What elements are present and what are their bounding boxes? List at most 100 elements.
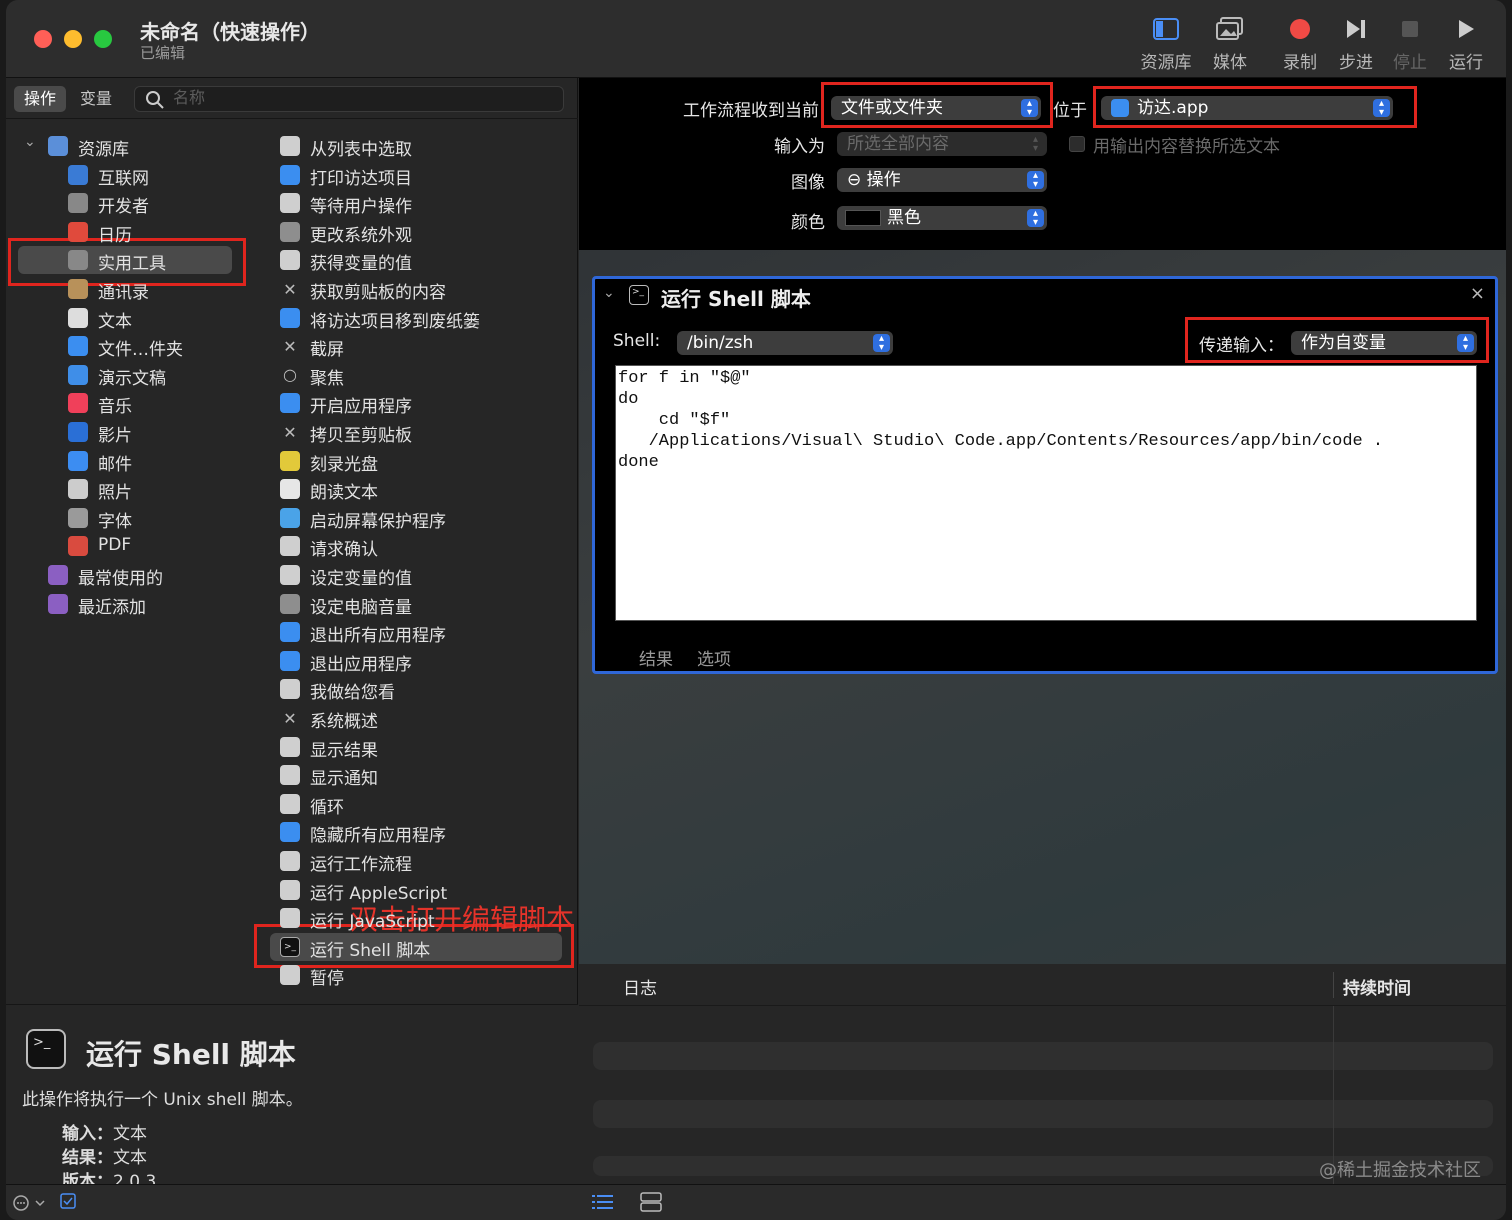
automator-icon	[280, 136, 300, 156]
split-view-icon[interactable]	[640, 1192, 662, 1216]
action-list-item[interactable]: 等待用户操作	[268, 189, 568, 217]
zoom-window-button[interactable]	[94, 30, 112, 48]
sidebar-item[interactable]: 最近添加	[6, 590, 251, 618]
highlight-box-pass-input	[1185, 317, 1489, 363]
sidebar-item[interactable]: PDF	[6, 532, 251, 560]
action-list-item[interactable]: 设定变量的值	[268, 561, 568, 589]
script-editor[interactable]: for f in "$@" do cd "$f" /Applications/V…	[615, 365, 1477, 621]
screensaver-icon	[280, 507, 300, 528]
sidebar-item[interactable]: 文件…件夹	[6, 332, 251, 360]
action-label: 运行 Shell 脚本	[310, 940, 431, 961]
input-is-popup[interactable]: 所选全部内容 ▴ ▾	[837, 132, 1047, 156]
chevron-updown-icon: ▴ ▾	[1027, 171, 1044, 190]
close-window-button[interactable]	[34, 30, 52, 48]
sidebar-item[interactable]: 影片	[6, 418, 251, 446]
sidebar-item[interactable]: 最常使用的	[6, 561, 251, 589]
list-view-icon[interactable]	[592, 1193, 614, 1215]
sidebar-item-label: 文本	[98, 311, 132, 332]
sidebar-item[interactable]: 开发者	[6, 189, 251, 217]
action-list-item[interactable]: 朗读文本	[268, 475, 568, 503]
chevron-down-icon[interactable]: ⌄	[24, 134, 36, 150]
action-list-item[interactable]: ✕ 系统概述	[268, 704, 568, 733]
search-field[interactable]	[134, 86, 564, 112]
tab-results[interactable]: 结果	[639, 645, 673, 670]
text-icon	[68, 307, 88, 328]
tab-variables[interactable]: 变量	[70, 86, 122, 112]
finder-icon	[280, 622, 300, 643]
column-separator	[1333, 972, 1334, 998]
input-is-label: 输入为	[774, 137, 825, 157]
action-list-item[interactable]: 我做给您看	[268, 675, 568, 703]
sidebar-item[interactable]: 照片	[6, 475, 251, 503]
tab-options[interactable]: 选项	[697, 645, 731, 670]
action-list-item[interactable]: 运行工作流程	[268, 847, 568, 875]
action-list-item[interactable]: 设定电脑音量	[268, 590, 568, 618]
action-list-item[interactable]: 显示结果	[268, 733, 568, 761]
chevron-updown-icon: ▴ ▾	[1032, 134, 1039, 154]
search-input[interactable]	[173, 89, 553, 109]
action-label: 刻录光盘	[310, 454, 378, 475]
window-subtitle: 已编辑	[140, 44, 186, 62]
duration-column-header[interactable]: 持续时间	[1343, 974, 1411, 999]
action-list-item[interactable]: ✕ 截屏	[268, 332, 568, 361]
color-popup[interactable]: 黑色 ▴ ▾	[837, 206, 1047, 230]
color-value: 黑色	[887, 208, 921, 228]
action-list-item[interactable]: ✕ 拷贝至剪贴板	[268, 418, 568, 447]
input-is-value: 所选全部内容	[847, 134, 949, 154]
action-list-item[interactable]: 更改系统外观	[268, 218, 568, 246]
sidebar-item[interactable]: 演示文稿	[6, 361, 251, 389]
media-label: 媒体	[1213, 53, 1247, 73]
minimize-window-button[interactable]	[64, 30, 82, 48]
sidebar-item[interactable]: 邮件	[6, 447, 251, 475]
sidebar-item-label: 最近添加	[78, 597, 146, 618]
action-list-item[interactable]: 退出应用程序	[268, 647, 568, 675]
shell-label: Shell:	[613, 331, 661, 351]
action-label: 打印访达项目	[310, 168, 412, 189]
action-list-item[interactable]: 开启应用程序	[268, 389, 568, 417]
stop-toolbar-button[interactable]: 停止	[1378, 14, 1442, 73]
tab-actions[interactable]: 操作	[14, 86, 67, 112]
action-list-item[interactable]: 显示通知	[268, 761, 568, 789]
action-list-item[interactable]: 获得变量的值	[268, 246, 568, 274]
action-list-item[interactable]: 退出所有应用程序	[268, 618, 568, 646]
font-icon	[68, 507, 88, 528]
terminal-icon: >_	[26, 1029, 66, 1069]
automator-icon	[280, 536, 300, 557]
action-list-item[interactable]: 启动屏幕保护程序	[268, 504, 568, 532]
image-popup[interactable]: ⊖ 操作 ▴ ▾	[837, 168, 1047, 192]
action-list-item[interactable]: 刻录光盘	[268, 447, 568, 475]
action-list-item[interactable]: ○ 聚焦	[268, 361, 568, 389]
sidebar-item-label: 资源库	[78, 140, 129, 160]
action-list-item[interactable]: ✕ 获取剪贴板的内容	[268, 275, 568, 304]
replace-text-checkbox[interactable]	[1069, 136, 1085, 152]
action-list-item[interactable]: 将访达项目移到废纸篓	[268, 304, 568, 332]
action-label: 请求确认	[310, 540, 378, 561]
log-column-header[interactable]: 日志	[623, 974, 657, 999]
action-list-item[interactable]: 从列表中选取	[268, 132, 568, 160]
run-toolbar-button[interactable]: 运行	[1434, 14, 1498, 73]
media-toolbar-button[interactable]: 媒体	[1198, 14, 1262, 73]
smart-folder-icon	[48, 593, 68, 614]
sidebar-item[interactable]: 字体	[6, 504, 251, 532]
record-toolbar-button[interactable]: 录制	[1268, 14, 1332, 73]
action-list-item[interactable]: 隐藏所有应用程序	[268, 818, 568, 846]
action-menu-icon[interactable]	[12, 1193, 48, 1217]
sidebar-item[interactable]: 互联网	[6, 161, 251, 189]
action-list-item[interactable]: 循环	[268, 790, 568, 818]
description-toggle-icon[interactable]	[60, 1193, 78, 1215]
sidebar-item-label: 音乐	[98, 397, 132, 418]
sidebar-item-label: 实用工具	[98, 254, 166, 275]
library-toolbar-button[interactable]: 资源库	[1134, 14, 1198, 73]
shell-popup[interactable]: /bin/zsh ▴ ▾	[677, 331, 893, 355]
close-icon[interactable]: ×	[1470, 283, 1485, 304]
sidebar-item[interactable]: 文本	[6, 304, 251, 332]
globe-icon	[68, 164, 88, 185]
automator-icon	[280, 879, 300, 900]
shell-script-action[interactable]: ⌄ >_ 运行 Shell 脚本 × Shell: /bin/zsh ▴ ▾ 传递…	[592, 276, 1498, 674]
action-list-item[interactable]: 请求确认	[268, 532, 568, 560]
sidebar-item[interactable]: ⌄ 资源库	[6, 132, 251, 160]
image-label: 图像	[791, 173, 825, 193]
chevron-down-icon[interactable]: ⌄	[603, 285, 615, 301]
sidebar-item[interactable]: 音乐	[6, 389, 251, 417]
action-list-item[interactable]: 打印访达项目	[268, 161, 568, 189]
